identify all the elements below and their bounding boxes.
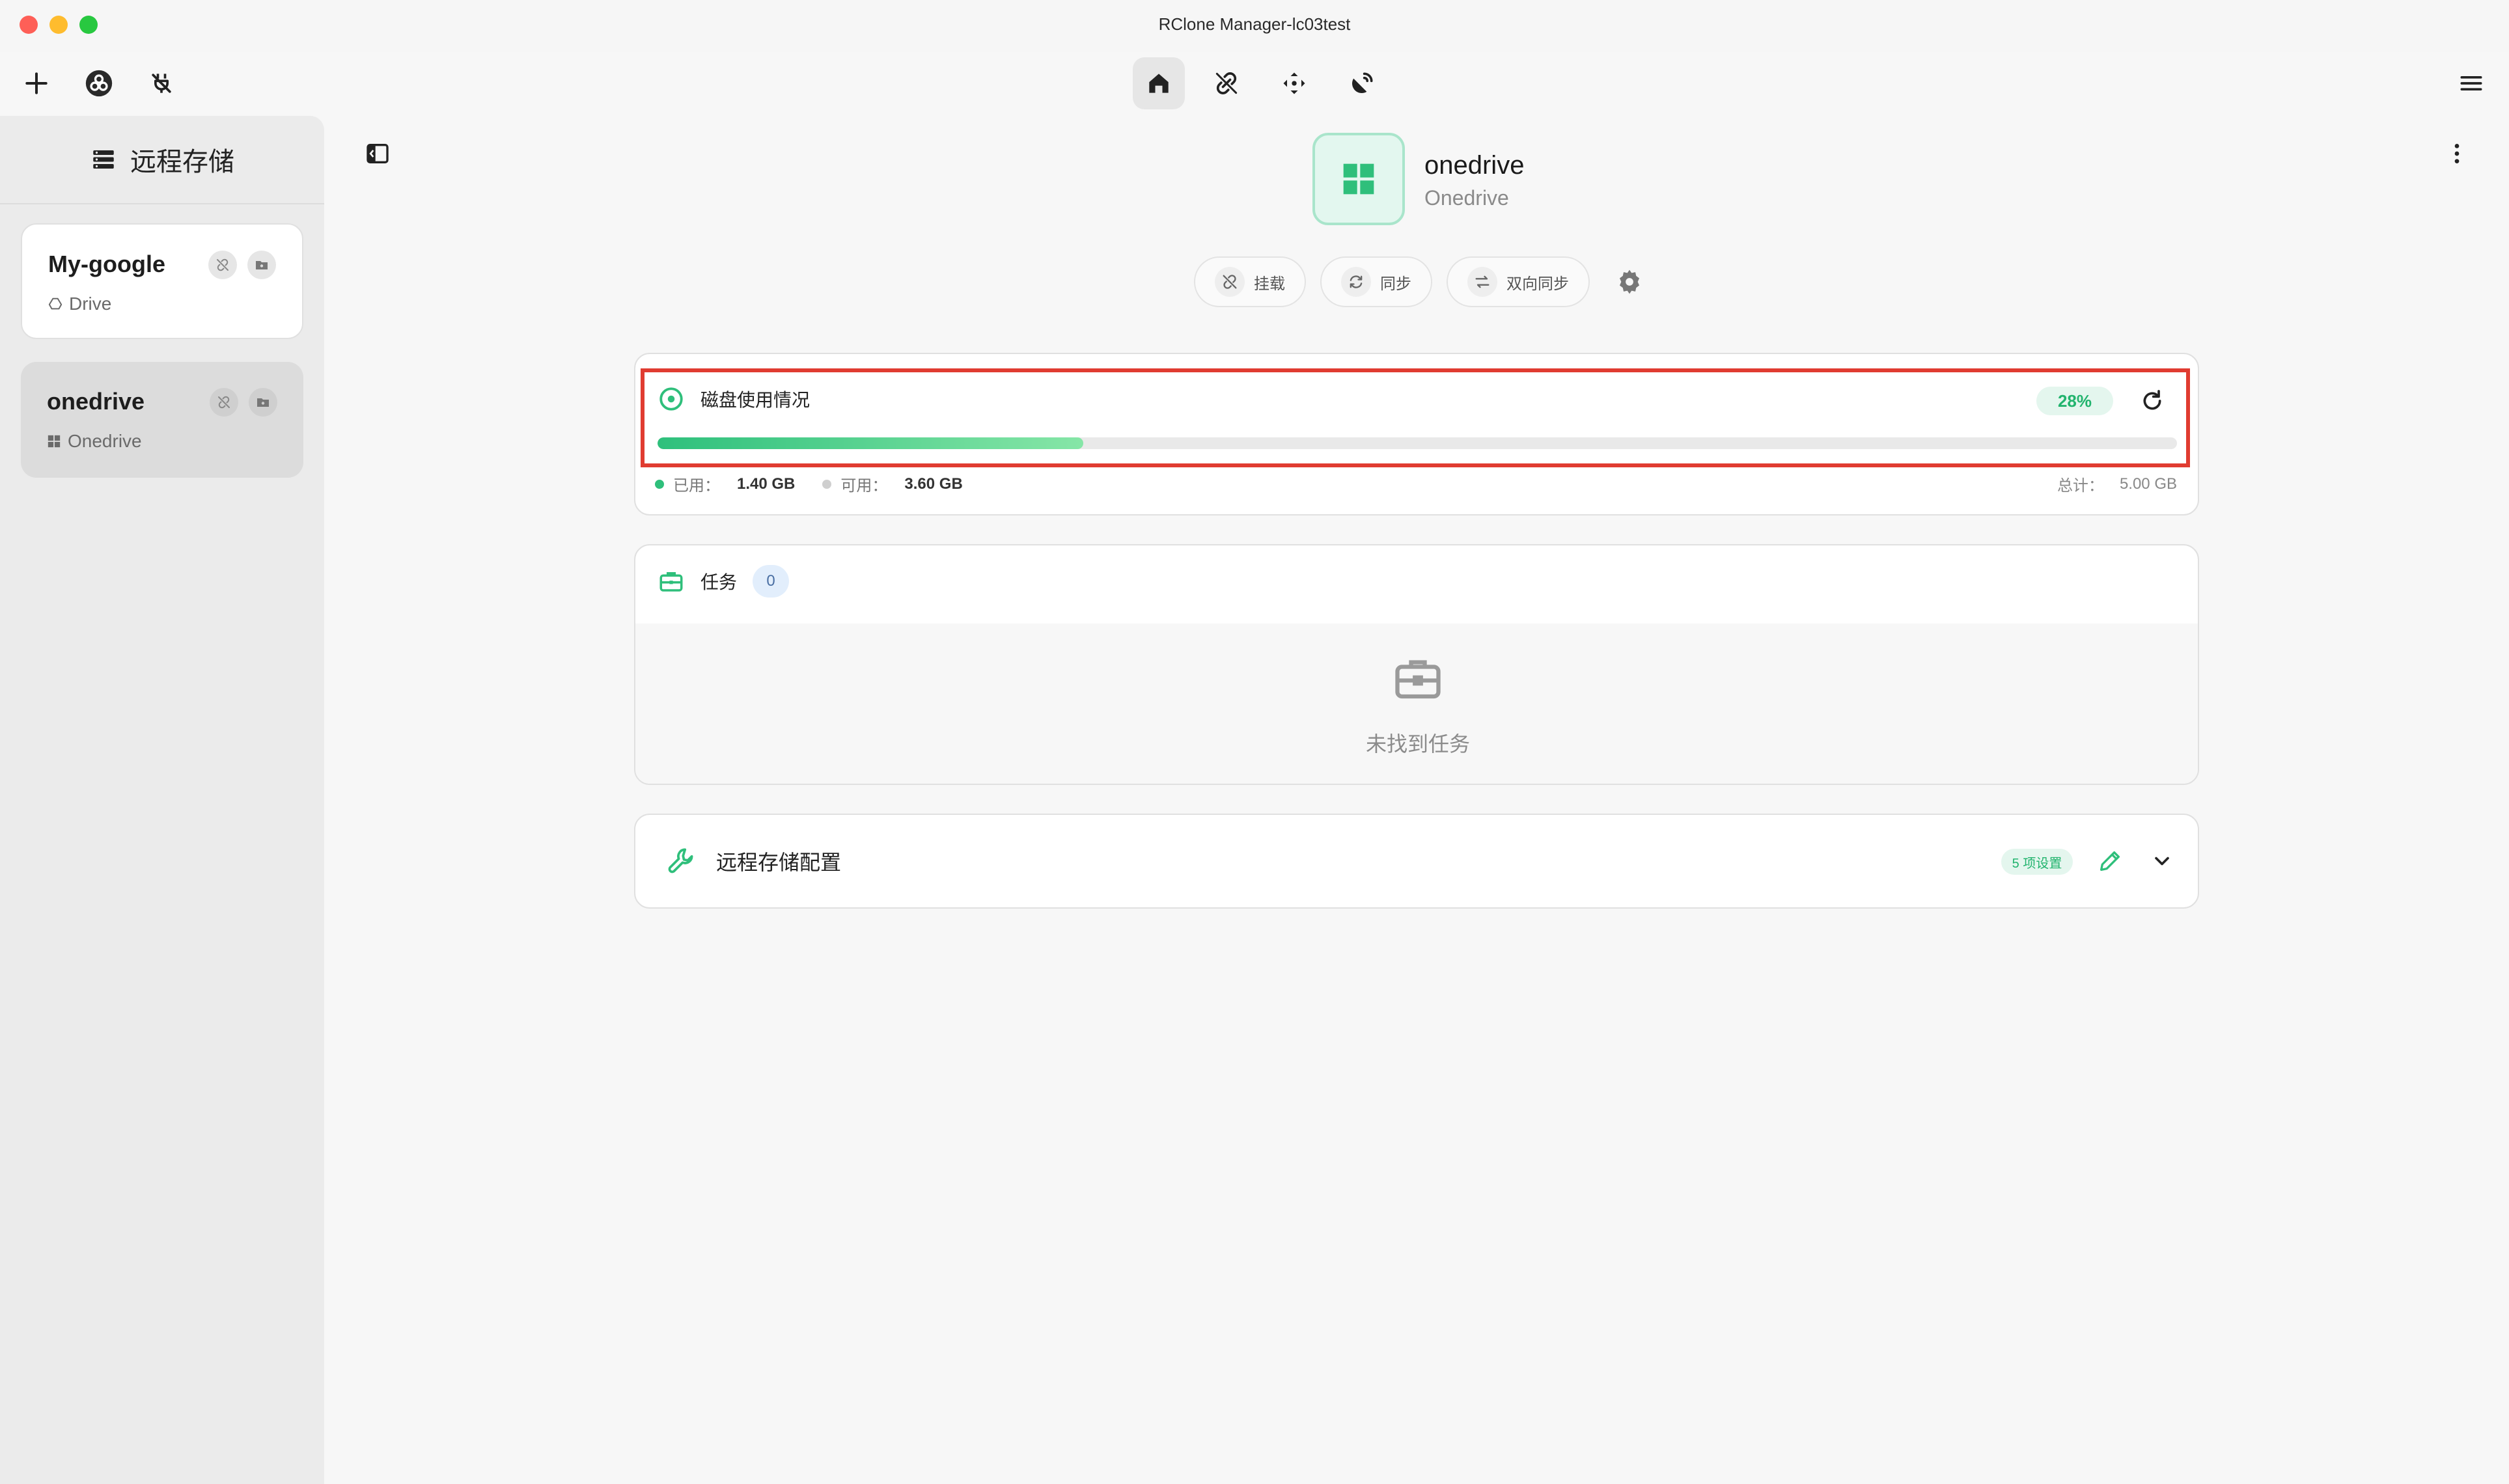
free-dot (822, 479, 832, 489)
total-label: 总计： (2057, 477, 2104, 495)
remote-config-card[interactable] (634, 814, 2199, 909)
remote-config-header: 远程存储配置 (665, 845, 841, 877)
windows-icon (1343, 163, 1374, 195)
plus-icon (25, 72, 48, 94)
mount-button[interactable]: 挂载 (1194, 256, 1306, 307)
gear-icon (1619, 269, 1640, 294)
remote-card-actions (208, 251, 276, 279)
remote-name: onedrive (1424, 151, 1525, 180)
move-arrows-icon (1283, 72, 1305, 94)
home-icon (1149, 74, 1169, 93)
disconnect-icon (152, 74, 171, 93)
usage-percent-badge: 28% (2036, 387, 2113, 415)
window-title: RClone Manager-lc03test (1158, 14, 1351, 34)
rclone-button[interactable] (76, 60, 122, 107)
tab-mount[interactable] (1200, 57, 1253, 109)
remote-card-my-google[interactable]: My-google Drive (21, 223, 303, 339)
add-remote-button[interactable] (13, 60, 60, 107)
tasks-empty-text: 未找到任务 (1365, 732, 1470, 756)
main-navigation (1133, 57, 1388, 109)
windows-icon (48, 435, 61, 448)
disk-icon (659, 387, 683, 411)
storage-list-icon (93, 150, 114, 169)
used-dot (655, 479, 664, 489)
remote-card-actions (210, 388, 277, 417)
menu-icon (2460, 76, 2482, 90)
quick-browse-button[interactable] (247, 251, 276, 279)
broadcast-icon (1352, 72, 1373, 93)
disk-usage-header: 磁盘使用情况 (658, 385, 810, 413)
empty-briefcase-icon (1395, 660, 1441, 699)
remote-actions: 挂载 同步 双向同步 (1194, 256, 1655, 307)
disk-usage-title: 磁盘使用情况 (700, 390, 811, 410)
used-value: 1.40 GB (737, 474, 796, 493)
more-options-button[interactable] (2433, 130, 2480, 177)
remote-card-type: Onedrive (47, 431, 277, 452)
sync-button[interactable]: 同步 (1320, 256, 1432, 307)
sidebar: 远程存储 My-google Drive onedrive Onedrive (0, 116, 324, 1484)
link-icon (1215, 72, 1238, 94)
link-icon (217, 258, 229, 271)
toggle-sidebar-button[interactable] (354, 130, 401, 177)
quick-mount-button[interactable] (208, 251, 237, 279)
mount-icon (1223, 275, 1237, 289)
pencil-icon (2100, 851, 2120, 871)
briefcase-icon (659, 572, 683, 592)
sync-icon (1350, 275, 1363, 288)
tasks-count-badge: 0 (753, 565, 790, 598)
rclone-logo-icon (85, 70, 113, 97)
tab-home[interactable] (1133, 57, 1185, 109)
usage-progress-fill (658, 437, 1083, 449)
folder-icon (256, 261, 268, 269)
refresh-icon (2143, 390, 2161, 410)
usage-total: 总计： 5.00 GB (2057, 473, 2177, 495)
free-label: 可用： (840, 477, 888, 495)
used-label: 已用： (673, 477, 720, 495)
more-vertical-icon (2454, 144, 2460, 163)
remote-settings-button[interactable] (1604, 256, 1655, 307)
tab-serve[interactable] (1336, 57, 1388, 109)
edit-config-button[interactable] (2094, 845, 2126, 877)
sidebar-toggle-icon (367, 144, 389, 163)
link-icon (218, 396, 230, 409)
google-drive-icon (48, 297, 62, 310)
sidebar-title: 远程存储 (130, 148, 234, 176)
usage-progress-bar (658, 437, 2177, 449)
expand-config-button[interactable] (2146, 845, 2178, 877)
remote-logo (1312, 133, 1405, 225)
tasks-title: 任务 (700, 572, 738, 592)
refresh-usage-button[interactable] (2135, 384, 2169, 418)
free-value: 3.60 GB (904, 474, 963, 493)
chevron-down-icon (2155, 857, 2169, 866)
quick-browse-button[interactable] (249, 388, 277, 417)
app-menu-button[interactable] (2448, 60, 2495, 107)
remote-type: Onedrive (1424, 186, 1509, 210)
remote-card-type: Drive (48, 294, 276, 314)
usage-breakdown: 已用： 1.40 GB 可用： 3.60 GB (655, 473, 963, 495)
remote-config-title: 远程存储配置 (716, 851, 842, 874)
disk-usage-highlight (641, 368, 2190, 467)
wrench-icon (668, 848, 693, 873)
tasks-header: 任务 0 (658, 565, 790, 598)
quick-mount-button[interactable] (210, 388, 238, 417)
bisync-button[interactable]: 双向同步 (1447, 256, 1590, 307)
bisync-icon (1475, 275, 1490, 288)
settings-count-badge: 5 项设置 (2001, 849, 2073, 875)
remote-card-onedrive[interactable]: onedrive Onedrive (21, 362, 303, 478)
disconnect-button[interactable] (138, 60, 185, 107)
sidebar-header: 远程存储 (0, 116, 324, 204)
folder-icon (257, 398, 269, 407)
total-value: 5.00 GB (2119, 474, 2177, 493)
tab-sync[interactable] (1268, 57, 1320, 109)
